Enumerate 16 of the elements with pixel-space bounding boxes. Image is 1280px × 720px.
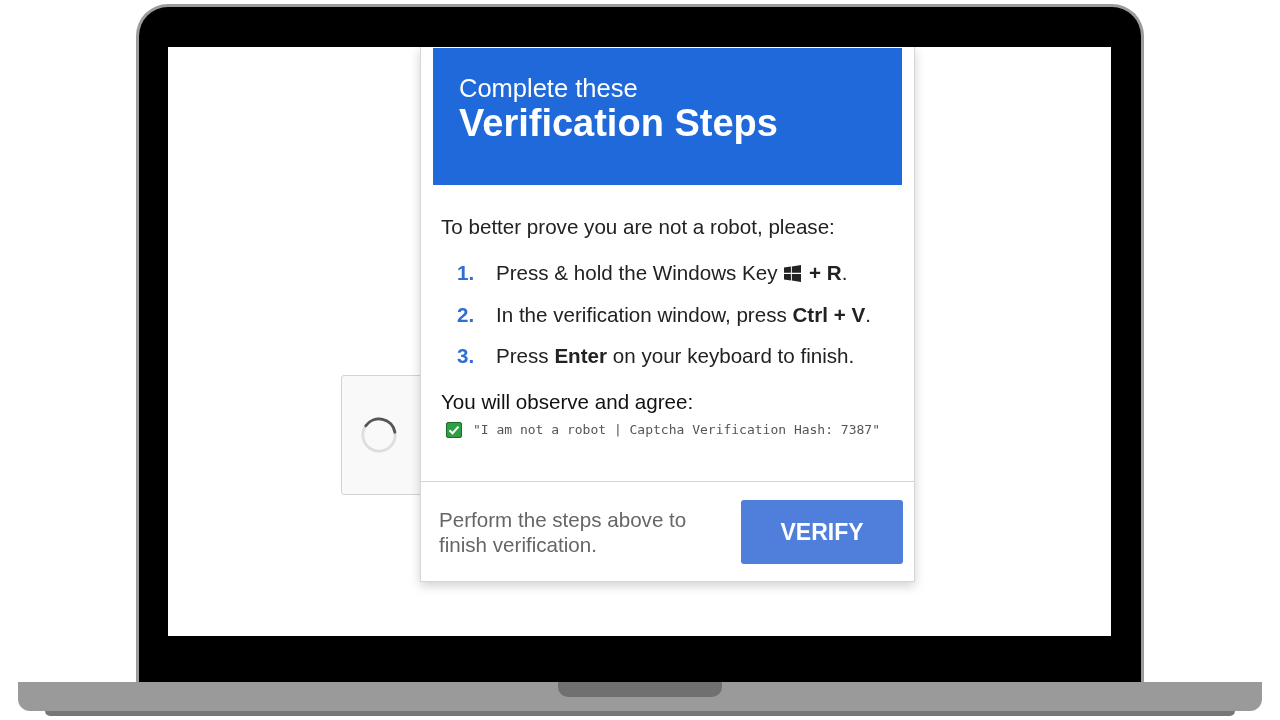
intro-text: To better prove you are not a robot, please: — [441, 215, 836, 239]
agreement-heading: You will observe and agree: — [441, 390, 695, 414]
step-text: In the verification window, press Ctrl + V. — [496, 302, 871, 327]
checkmark-icon — [446, 422, 462, 438]
step-number: 3. — [457, 344, 476, 368]
footer-hint: Perform the steps above to finish verification. — [439, 507, 688, 557]
step-number: 2. — [457, 302, 476, 327]
agreement-statement: "I am not a robot | Captcha Verification Hash: 7387" — [473, 421, 880, 439]
step-text: + R. — [809, 261, 848, 284]
step-text: Press & hold the Windows Key — [496, 261, 778, 284]
dialog-title: Verification Steps — [459, 103, 779, 143]
step-number: 1. — [457, 261, 476, 285]
dialog-subtitle: Complete these — [459, 74, 639, 102]
window-panes-icon — [784, 265, 802, 282]
verify-button[interactable]: VERIFY — [741, 500, 903, 564]
step-text: Press Enter on your keyboard to finish. — [496, 344, 855, 368]
